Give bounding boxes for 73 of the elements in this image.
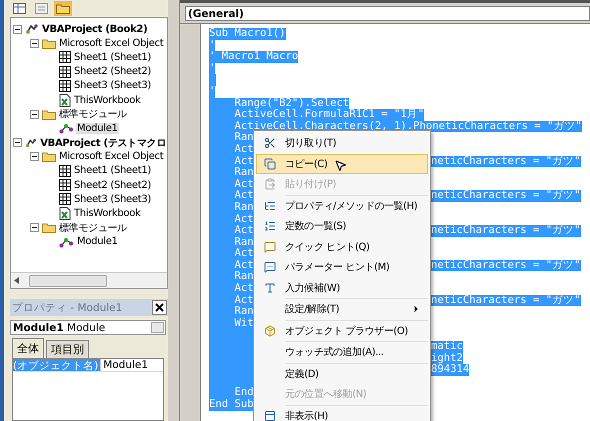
tree-item[interactable]: ThisWorkbook [73,208,142,220]
speech-bubble-icon [264,240,276,253]
properties-tab[interactable]: 全体 [12,338,44,358]
list-icon [264,200,276,212]
scroll-left-icon[interactable] [14,277,19,284]
expand-toggle[interactable] [30,38,39,48]
code-editor[interactable] [201,24,590,421]
menu-item[interactable]: 定義(D) [256,364,428,384]
expand-toggle[interactable] [30,223,39,232]
copy-icon [264,158,276,170]
tree-item[interactable]: Module1 [76,122,119,134]
menu-item[interactable]: 設定/解除(T) [256,299,428,320]
tree-item[interactable]: ThisWorkbook [73,94,142,106]
menu-item[interactable]: 非表示(H) [256,406,428,421]
menu-item[interactable]: 切り取り(T) [256,133,428,154]
list-icon [264,220,276,232]
menu-item[interactable]: ウォッチ式の追加(A)... [256,342,428,362]
tree-item[interactable]: Microsoft Excel Object [58,38,164,49]
cursor-icon [334,159,347,172]
workbook-icon [59,94,71,107]
letter-icon [264,282,276,294]
tree-item[interactable]: Sheet1 (Sheet1) [73,165,152,176]
sheet-icon [59,179,71,192]
sheet-icon [59,80,71,92]
menu-item[interactable]: 入力候補(W) [256,278,428,298]
sheet-icon [59,164,71,177]
folder-icon [42,222,56,234]
folder-icon[interactable] [56,3,70,14]
object-dropdown[interactable]: Module1 Module [10,320,166,335]
speech-bubble-icon [264,261,276,274]
tree-item[interactable]: 標準モジュール [58,220,128,235]
sheet-icon [59,193,71,206]
tree-item[interactable]: Sheet2 (Sheet2) [73,66,152,78]
expand-toggle[interactable] [13,24,22,34]
menu-item[interactable]: クイック ヒント(Q) [256,236,428,257]
tree-item[interactable]: VBAProject (テストマクロ [39,136,167,150]
tree-item[interactable]: Sheet3 (Sheet3) [73,194,152,205]
module-icon [59,122,74,134]
tree-item[interactable]: 標準モジュール [58,107,128,122]
expand-toggle[interactable] [30,152,39,162]
properties-tab[interactable]: 項目別 [46,340,89,358]
workbook-icon [59,207,71,220]
scrollbar-thumb[interactable] [29,274,107,286]
tree-item[interactable]: Sheet3 (Sheet3) [73,80,152,92]
tree-item[interactable]: Sheet2 (Sheet2) [73,180,152,191]
panel-title: プロパティ - Module1 [12,300,122,314]
folder-icon [42,38,56,49]
tree-item[interactable]: Module1 [76,236,119,248]
menu-item[interactable]: オブジェクト ブラウザー(O) [256,320,428,341]
module-icon [59,236,74,248]
expand-toggle[interactable] [30,110,39,119]
close-button[interactable] [152,300,167,315]
menu-item[interactable]: プロパティ/メソッドの一覧(H) [256,196,428,216]
tree-item[interactable]: VBAProject (Book2) [41,24,148,35]
grid-view-icon[interactable] [12,3,26,14]
menu-item[interactable]: パラメーター ヒント(M) [256,257,428,278]
procedure-dropdown[interactable]: (General) [185,6,590,21]
clipboard-icon [264,178,276,190]
menu-item[interactable]: コピー(C) [256,154,428,174]
menu-item[interactable]: 定数の一覧(S) [256,216,428,236]
project-icon [25,136,38,149]
folder-icon [42,151,56,162]
sheet-icon [59,66,71,78]
window-icon [264,410,276,421]
folder-icon [42,108,56,120]
tree-item[interactable]: Microsoft Excel Object [58,151,164,162]
project-icon [25,23,39,36]
expand-toggle[interactable] [13,138,22,148]
property-value[interactable]: Module1 [101,359,148,371]
scissors-icon [264,137,276,150]
tree-item[interactable]: Sheet1 (Sheet1) [73,52,152,63]
sheet-icon [59,51,71,64]
box-icon [264,324,276,337]
